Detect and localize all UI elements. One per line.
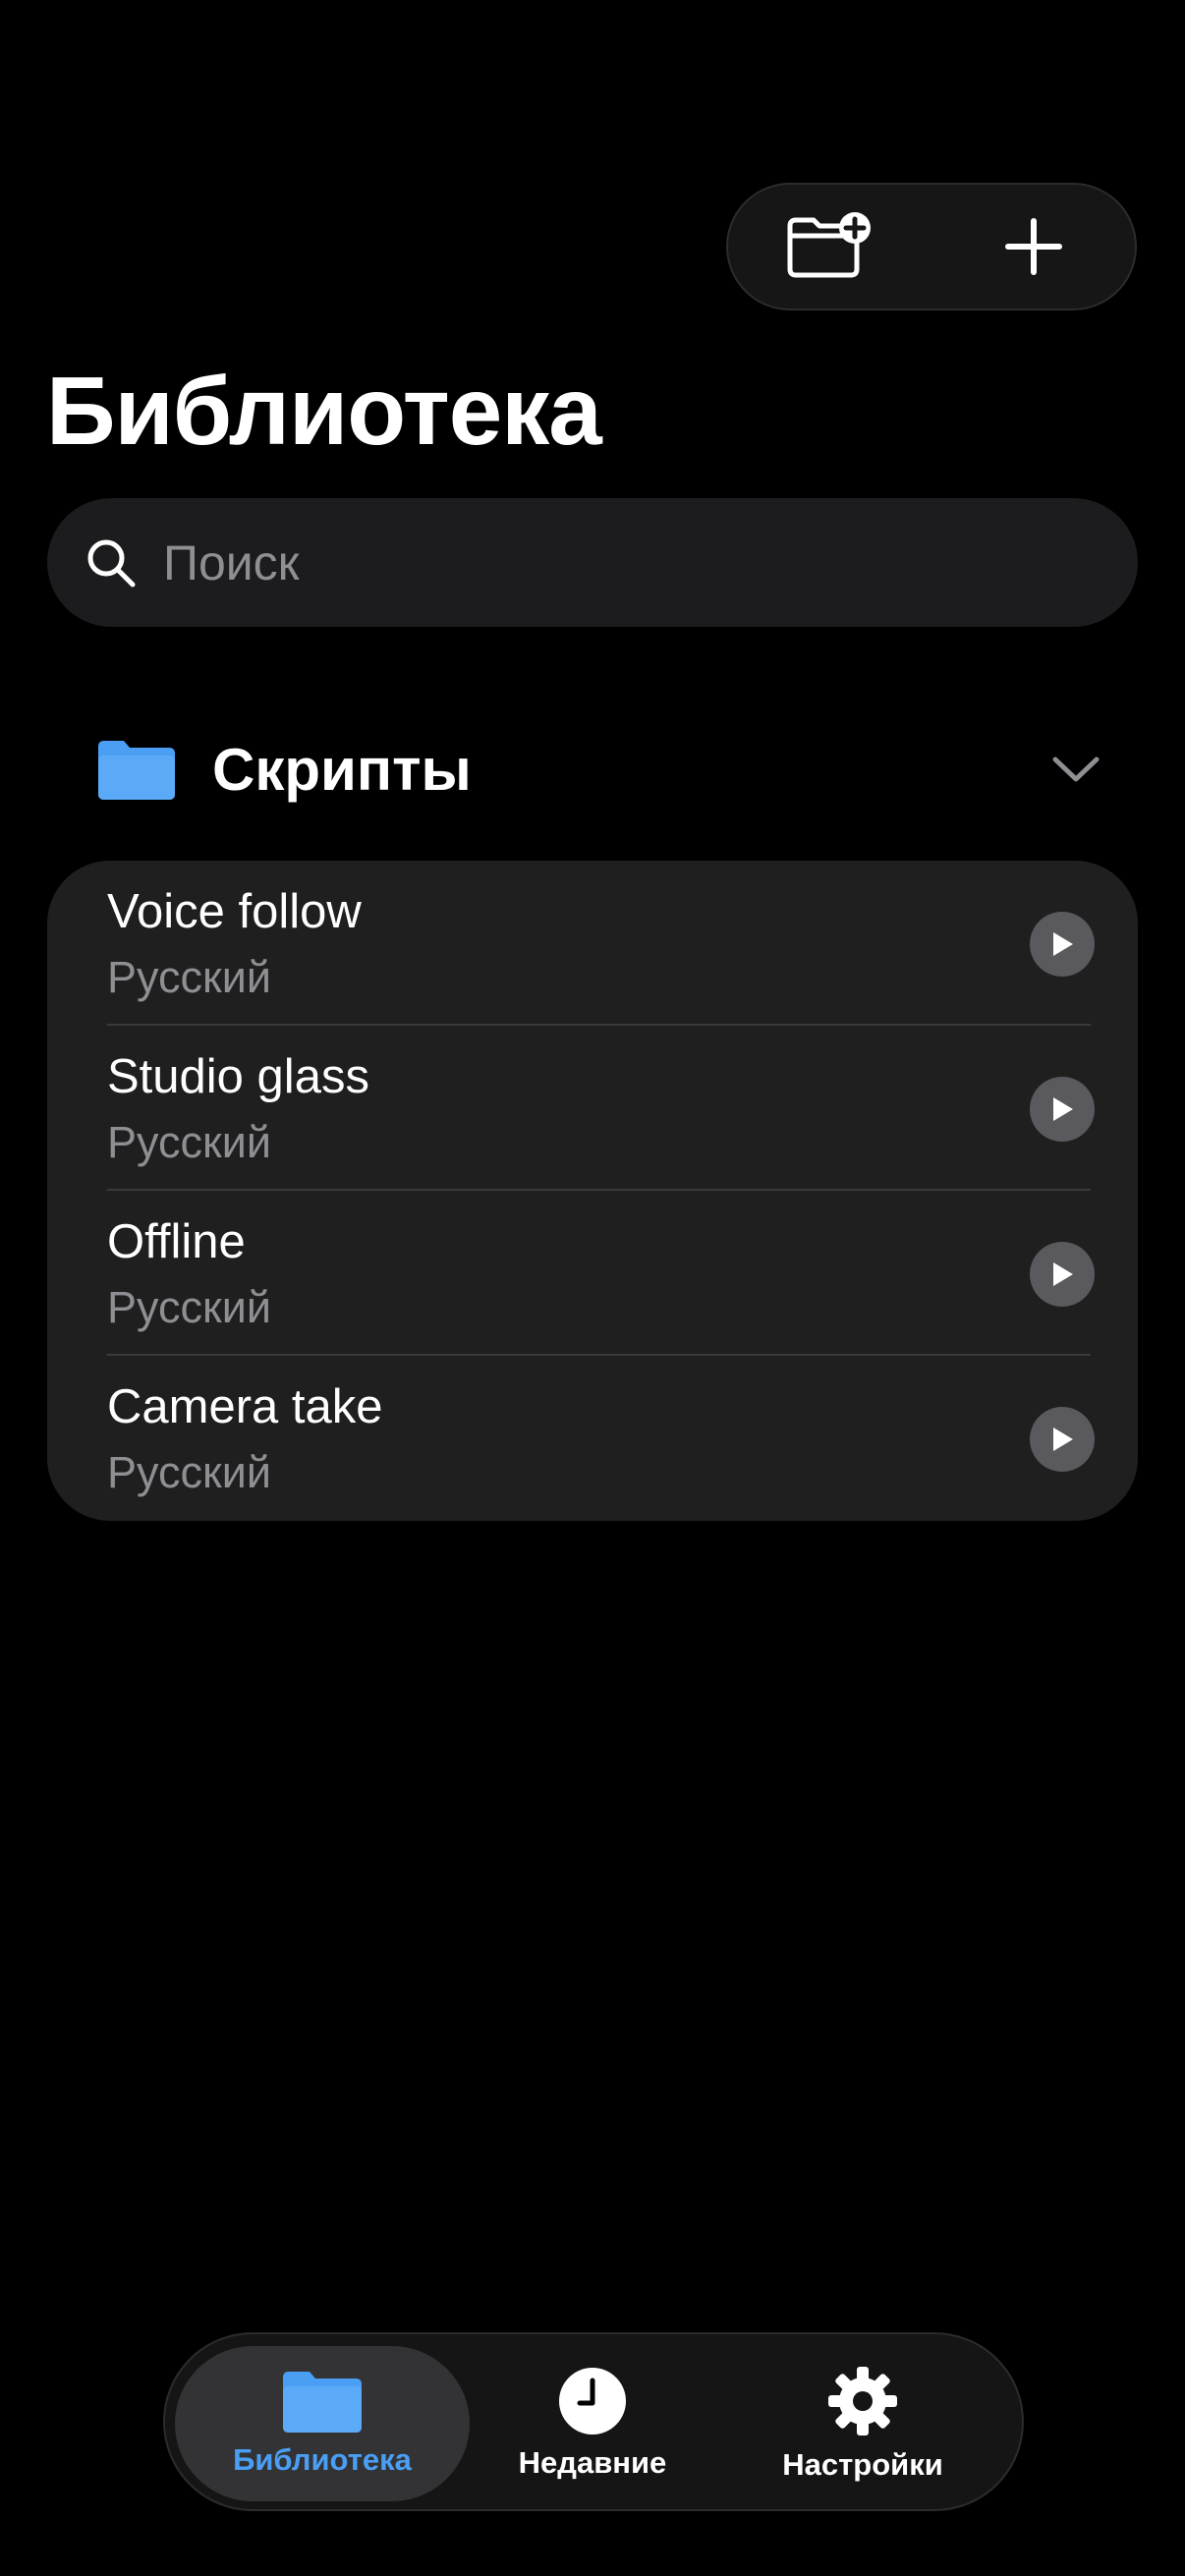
- page-title: Библиотека: [46, 357, 602, 465]
- section-title: Скрипты: [212, 736, 472, 803]
- play-button[interactable]: [1030, 1077, 1095, 1142]
- play-button[interactable]: [1030, 1242, 1095, 1307]
- play-icon: [1053, 1428, 1073, 1451]
- tab-settings[interactable]: Настройки: [755, 2346, 971, 2501]
- script-title: Studio glass: [107, 1050, 369, 1103]
- list-item[interactable]: Offline Русский: [47, 1191, 1138, 1356]
- section-header-scripts[interactable]: Скрипты: [98, 725, 1100, 813]
- play-button[interactable]: [1030, 1407, 1095, 1472]
- clock-icon: [559, 2368, 626, 2435]
- script-language: Русский: [107, 1117, 271, 1167]
- script-language: Русский: [107, 952, 271, 1002]
- script-language: Русский: [107, 1447, 271, 1497]
- tab-library[interactable]: Библиотека: [175, 2346, 470, 2501]
- script-language: Русский: [107, 1282, 271, 1332]
- tab-label: Библиотека: [233, 2442, 412, 2477]
- new-folder-button[interactable]: [766, 193, 894, 301]
- list-item[interactable]: Studio glass Русский: [47, 1026, 1138, 1191]
- play-icon: [1053, 932, 1073, 956]
- script-title: Camera take: [107, 1380, 383, 1433]
- scripts-list: Voice follow Русский Studio glass Русски…: [47, 861, 1138, 1521]
- folder-icon: [283, 2372, 362, 2433]
- tab-recent[interactable]: Недавние: [494, 2346, 691, 2501]
- search-bar[interactable]: [47, 498, 1138, 627]
- search-input[interactable]: [161, 532, 1049, 592]
- play-icon: [1053, 1262, 1073, 1286]
- play-icon: [1053, 1097, 1073, 1121]
- tab-label: Недавние: [518, 2445, 667, 2480]
- folder-badge-plus-icon: [787, 212, 871, 278]
- chevron-down-icon[interactable]: [1051, 755, 1100, 784]
- list-item[interactable]: Camera take Русский: [47, 1356, 1138, 1521]
- top-actions: [726, 183, 1137, 310]
- add-script-button[interactable]: [970, 193, 1098, 301]
- tab-label: Настройки: [782, 2447, 943, 2482]
- folder-icon: [98, 741, 175, 800]
- list-item[interactable]: Voice follow Русский: [47, 861, 1138, 1026]
- gear-icon: [828, 2367, 897, 2436]
- script-title: Voice follow: [107, 885, 362, 938]
- plus-icon: [1004, 218, 1062, 275]
- tab-bar: Библиотека Недавние Настройки: [163, 2332, 1024, 2511]
- play-button[interactable]: [1030, 912, 1095, 977]
- script-title: Offline: [107, 1215, 246, 1268]
- search-icon: [87, 539, 136, 587]
